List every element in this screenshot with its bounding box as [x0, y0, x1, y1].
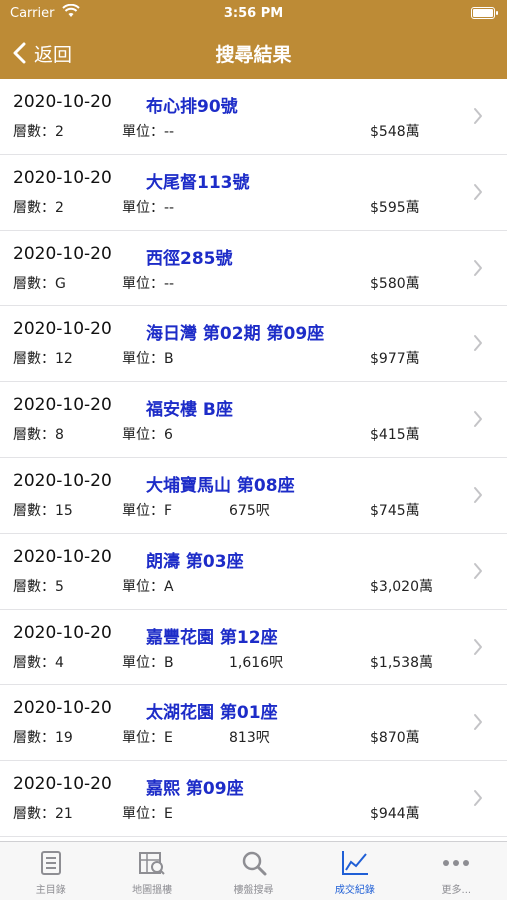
floor-label: 層數：12 [13, 351, 73, 368]
battery-icon [471, 7, 498, 19]
area-label: 813呎 [229, 730, 270, 747]
transaction-list: 2020-10-20 布心排90號 層數：2 單位：-- $548萬 2020-… [0, 79, 507, 841]
tab-label: 更多... [441, 885, 472, 896]
price-label: $580萬 [370, 275, 420, 292]
transaction-row[interactable]: 2020-10-20 大埔寶馬山 第08座 層數：15 單位：F 675呎 $7… [0, 458, 507, 534]
transaction-row[interactable]: 2020-10-20 西徑285號 層數：G 單位：-- $580萬 [0, 231, 507, 307]
tab-chart[interactable]: 成交紀錄 [304, 842, 405, 900]
transaction-date: 2020-10-20 [13, 774, 112, 795]
price-label: $3,020萬 [370, 578, 433, 595]
area-label: 675呎 [229, 502, 270, 519]
chart-icon [340, 848, 370, 878]
unit-label: 單位：B [122, 654, 174, 671]
chevron-right-icon [474, 790, 482, 807]
transaction-row[interactable]: 2020-10-20 布心排90號 層數：2 單位：-- $548萬 [0, 79, 507, 155]
price-label: $548萬 [370, 124, 420, 140]
property-name-link[interactable]: 海日灣 第02期 第09座 [146, 319, 324, 344]
chevron-right-icon [474, 714, 482, 731]
unit-label: 單位：F [122, 502, 173, 519]
price-label: $1,538萬 [370, 654, 433, 671]
more-icon [441, 848, 471, 878]
unit-label: 單位：B [122, 351, 174, 368]
property-name-link[interactable]: 福安樓 B座 [146, 395, 233, 420]
transaction-date: 2020-10-20 [13, 622, 112, 643]
property-name-link[interactable]: 布心排90號 [146, 92, 238, 117]
price-label: $595萬 [370, 199, 420, 216]
chevron-right-icon [474, 183, 482, 200]
chevron-right-icon [474, 562, 482, 579]
transaction-row[interactable]: 2020-10-20 朗濤 第03座 層數：5 單位：A $3,020萬 [0, 534, 507, 610]
floor-label: 層數：8 [13, 427, 64, 444]
floor-label: 層數：G [13, 275, 66, 292]
tab-label: 樓盤搜尋 [233, 885, 274, 896]
navigation-bar: Carrier 3:56 PM 返回 搜尋結果 [0, 0, 507, 79]
tab-label: 主目錄 [35, 885, 66, 896]
transaction-date: 2020-10-20 [13, 243, 112, 264]
price-label: $977萬 [370, 351, 420, 368]
tab-map[interactable]: 地圖搵樓 [101, 842, 202, 900]
transaction-date: 2020-10-20 [13, 546, 112, 567]
floor-label: 層數：15 [13, 502, 73, 519]
unit-label: 單位：A [122, 578, 174, 595]
property-name-link[interactable]: 朗濤 第03座 [146, 547, 244, 572]
floor-label: 層數：2 [13, 199, 64, 216]
tab-bar: 主目錄 地圖搵樓 樓盤搜尋 成交紀錄 更多... [0, 841, 507, 900]
tab-label: 成交紀錄 [334, 885, 375, 896]
transaction-row[interactable]: 2020-10-20 大尾督113號 層數：2 單位：-- $595萬 [0, 155, 507, 231]
property-name-link[interactable]: 嘉豐花園 第12座 [146, 623, 278, 648]
map-icon [137, 848, 167, 878]
transaction-date: 2020-10-20 [13, 167, 112, 188]
chevron-right-icon [474, 638, 482, 655]
floor-label: 層數：2 [13, 124, 64, 140]
chevron-right-icon [474, 486, 482, 503]
unit-label: 單位：E [122, 730, 173, 747]
tab-search[interactable]: 樓盤搜尋 [203, 842, 304, 900]
search-icon [239, 848, 269, 878]
transaction-row[interactable]: 2020-10-20 太湖花園 第01座 層數：19 單位：E 813呎 $87… [0, 685, 507, 762]
unit-label: 單位：6 [122, 427, 173, 444]
transaction-date: 2020-10-20 [13, 92, 112, 112]
unit-label: 單位：-- [122, 124, 175, 140]
list-icon [36, 848, 66, 878]
status-bar: Carrier 3:56 PM [0, 0, 507, 28]
transaction-date: 2020-10-20 [13, 470, 112, 491]
floor-label: 層數：5 [13, 578, 64, 595]
transaction-row[interactable]: 2020-10-20 福安樓 B座 層數：8 單位：6 $415萬 [0, 382, 507, 458]
floor-label: 層數：21 [13, 806, 73, 823]
chevron-right-icon [474, 411, 482, 428]
chevron-right-icon [474, 335, 482, 352]
page-title: 搜尋結果 [215, 44, 292, 66]
property-name-link[interactable]: 西徑285號 [146, 244, 233, 269]
tab-label: 地圖搵樓 [132, 885, 173, 896]
price-label: $944萬 [370, 806, 420, 823]
price-label: $745萬 [370, 502, 420, 519]
tab-more[interactable]: 更多... [406, 842, 507, 900]
chevron-right-icon [474, 108, 482, 124]
transaction-date: 2020-10-20 [13, 395, 112, 416]
property-name-link[interactable]: 太湖花園 第01座 [146, 698, 278, 723]
property-name-link[interactable]: 大埔寶馬山 第08座 [146, 471, 295, 496]
chevron-right-icon [474, 259, 482, 276]
property-name-link[interactable]: 嘉熙 第09座 [146, 774, 244, 799]
area-label: 1,616呎 [229, 654, 284, 671]
transaction-row[interactable]: 2020-10-20 嘉熙 第09座 層數：21 單位：E $944萬 [0, 761, 507, 837]
price-label: $870萬 [370, 730, 420, 747]
tab-list[interactable]: 主目錄 [0, 842, 101, 900]
unit-label: 單位：-- [122, 199, 175, 216]
transaction-date: 2020-10-20 [13, 319, 112, 340]
transaction-row[interactable]: 2020-10-20 嘉豐花園 第12座 層數：4 單位：B 1,616呎 $1… [0, 610, 507, 686]
floor-label: 層數：4 [13, 654, 64, 671]
unit-label: 單位：E [122, 806, 173, 823]
price-label: $415萬 [370, 427, 420, 444]
property-name-link[interactable]: 大尾督113號 [146, 168, 250, 193]
transaction-row[interactable]: 2020-10-20 海日灣 第02期 第09座 層數：12 單位：B $977… [0, 306, 507, 383]
unit-label: 單位：-- [122, 275, 175, 292]
transaction-date: 2020-10-20 [13, 698, 112, 719]
floor-label: 層數：19 [13, 730, 73, 747]
clock: 3:56 PM [223, 6, 284, 21]
